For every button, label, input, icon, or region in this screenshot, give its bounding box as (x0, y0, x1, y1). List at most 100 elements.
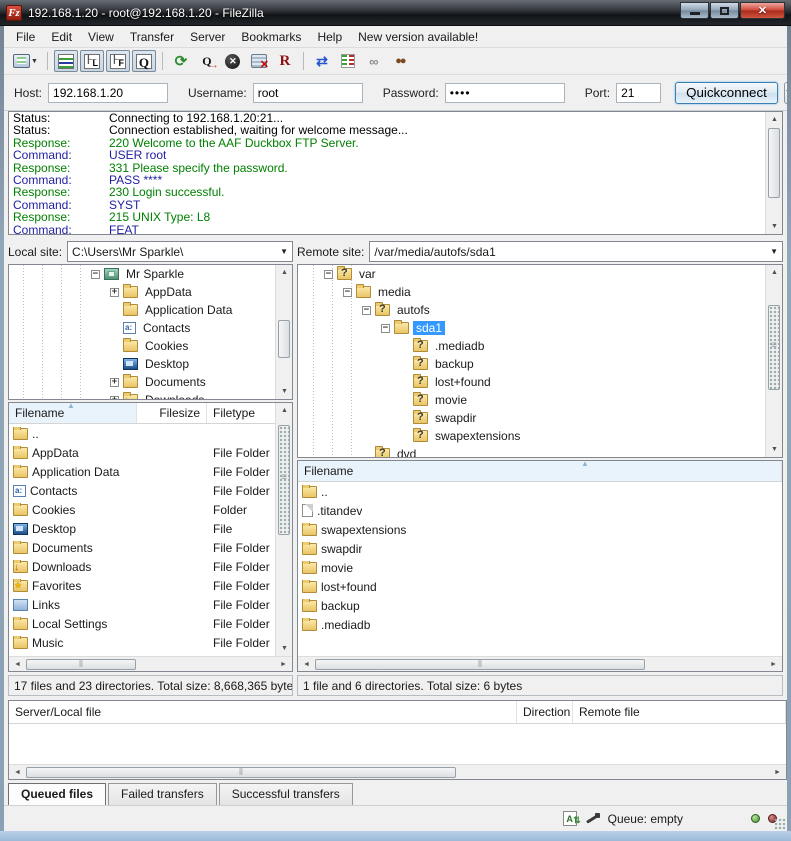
synchronized-browsing-button[interactable]: ⇄ (310, 50, 334, 72)
remote-list-hscrollbar[interactable]: ◄ ► (298, 656, 782, 671)
refresh-button[interactable]: ⟳ (169, 50, 193, 72)
tree-item[interactable]: −media (298, 283, 782, 301)
local-directory-tree[interactable]: −Mr Sparkle +AppData Application Data Co… (8, 264, 293, 400)
menu-bookmarks[interactable]: Bookmarks (233, 27, 309, 47)
scroll-up-icon[interactable]: ▲ (276, 265, 293, 280)
minimize-button[interactable] (680, 2, 709, 19)
scrollbar-thumb[interactable] (278, 320, 290, 358)
file-row[interactable]: lost+found (298, 577, 782, 596)
column-header-filesize[interactable]: Filesize (137, 403, 207, 423)
port-input[interactable] (616, 83, 661, 103)
local-file-list[interactable]: Filename ▲ Filesize Filetype .. AppDataF… (8, 402, 293, 672)
tree-item[interactable]: Cookies (9, 337, 292, 355)
tree-item[interactable]: −sda1 (298, 319, 782, 337)
remote-site-combobox[interactable]: /var/media/autofs/sda1 ▼ (369, 241, 783, 262)
quickconnect-button[interactable]: Quickconnect (675, 82, 778, 104)
tree-item[interactable]: +AppData (9, 283, 292, 301)
tree-item[interactable]: Contacts (9, 319, 292, 337)
tree-item[interactable]: swapextensions (298, 427, 782, 445)
scroll-up-icon[interactable]: ▲ (276, 403, 293, 418)
username-input[interactable] (253, 83, 363, 103)
local-list-scrollbar[interactable]: ▲ ▼ (275, 403, 292, 656)
file-row[interactable]: CookiesFolder (9, 500, 292, 519)
column-header-server-local-file[interactable]: Server/Local file (9, 701, 517, 723)
tab-successful-transfers[interactable]: Successful transfers (219, 783, 353, 805)
column-header-remote-file[interactable]: Remote file (573, 701, 786, 723)
transfer-type-icon[interactable]: A (563, 811, 577, 826)
scroll-right-icon[interactable]: ► (765, 657, 782, 672)
file-row[interactable]: swapextensions (298, 520, 782, 539)
file-row[interactable]: .titandev (298, 501, 782, 520)
log-scrollbar[interactable]: ▲ ▼ (765, 112, 782, 234)
collapse-icon[interactable]: − (91, 270, 100, 279)
local-tree-scrollbar[interactable]: ▲ ▼ (275, 265, 292, 399)
scroll-left-icon[interactable]: ◄ (9, 765, 26, 780)
toggle-local-tree-button[interactable] (80, 50, 104, 72)
tree-item[interactable]: +Documents (9, 373, 292, 391)
file-row[interactable]: .. (298, 482, 782, 501)
tree-item[interactable]: swapdir (298, 409, 782, 427)
expand-icon[interactable]: + (110, 378, 119, 387)
password-input[interactable] (445, 83, 565, 103)
directory-comparison-button[interactable] (336, 50, 360, 72)
collapse-icon[interactable]: − (362, 306, 371, 315)
tree-item[interactable]: −Mr Sparkle (9, 265, 292, 283)
queue-hscrollbar[interactable]: ◄ ► (9, 764, 786, 779)
menu-transfer[interactable]: Transfer (122, 27, 182, 47)
scroll-down-icon[interactable]: ▼ (276, 384, 293, 399)
file-row[interactable]: LinksFile Folder (9, 595, 292, 614)
menu-help[interactable]: Help (309, 27, 350, 47)
file-row[interactable]: movie (298, 558, 782, 577)
local-list-hscrollbar[interactable]: ◄ ► (9, 656, 292, 671)
scroll-left-icon[interactable]: ◄ (9, 657, 26, 672)
file-row[interactable]: swapdir (298, 539, 782, 558)
scroll-right-icon[interactable]: ► (769, 765, 786, 780)
menu-edit[interactable]: Edit (43, 27, 80, 47)
scroll-down-icon[interactable]: ▼ (766, 219, 783, 234)
column-header-filetype[interactable]: Filetype (207, 403, 277, 423)
remote-file-list[interactable]: Filename ▲ .. .titandev swapextensions s… (297, 460, 783, 672)
tree-item[interactable]: lost+found (298, 373, 782, 391)
process-queue-button[interactable]: Q (195, 50, 219, 72)
file-row[interactable]: AppDataFile Folder (9, 443, 292, 462)
collapse-icon[interactable]: − (381, 324, 390, 333)
reconnect-button[interactable]: R (273, 50, 297, 72)
tree-item[interactable]: dvd (298, 445, 782, 458)
file-row[interactable]: FavoritesFile Folder (9, 576, 292, 595)
file-row[interactable]: DesktopFile (9, 519, 292, 538)
quickconnect-dropdown-button[interactable]: ▼ (784, 82, 787, 104)
toggle-queue-button[interactable]: Q (132, 50, 156, 72)
scrollbar-thumb[interactable] (26, 767, 456, 778)
tree-item[interactable]: Application Data (9, 301, 292, 319)
tree-item[interactable]: .mediadb (298, 337, 782, 355)
scrollbar-thumb[interactable] (768, 128, 780, 198)
filename-filters-button[interactable]: ∞ (362, 50, 386, 72)
toggle-remote-tree-button[interactable] (106, 50, 130, 72)
scroll-right-icon[interactable]: ► (275, 657, 292, 672)
resize-grip[interactable] (774, 818, 786, 830)
chevron-down-icon[interactable]: ▼ (770, 247, 778, 256)
transfer-queue-panel[interactable]: Server/Local file Direction Remote file … (8, 700, 787, 780)
tree-item[interactable]: backup (298, 355, 782, 373)
scrollbar-thumb[interactable] (278, 425, 290, 535)
remote-directory-tree[interactable]: −var −media −autofs −sda1 .mediadb backu… (297, 264, 783, 458)
menu-server[interactable]: Server (182, 27, 233, 47)
disconnect-button[interactable] (247, 50, 271, 72)
column-header-direction[interactable]: Direction (517, 701, 573, 723)
scrollbar-thumb[interactable] (315, 659, 645, 670)
file-row[interactable]: Local SettingsFile Folder (9, 614, 292, 633)
tree-item[interactable]: Desktop (9, 355, 292, 373)
menu-new-version[interactable]: New version available! (350, 27, 486, 47)
message-log[interactable]: Status:Connecting to 192.168.1.20:21... … (8, 111, 783, 235)
scrollbar-thumb[interactable] (768, 305, 780, 390)
tree-item[interactable]: −var (298, 265, 782, 283)
host-input[interactable] (48, 83, 168, 103)
scrollbar-thumb[interactable] (26, 659, 136, 670)
local-site-combobox[interactable]: C:\Users\Mr Sparkle\ ▼ (67, 241, 293, 262)
expand-icon[interactable]: + (110, 288, 119, 297)
maximize-button[interactable] (710, 2, 739, 19)
tree-item[interactable]: +Downloads (9, 391, 292, 400)
scroll-up-icon[interactable]: ▲ (766, 112, 783, 127)
menu-view[interactable]: View (80, 27, 122, 47)
file-row[interactable]: .. (9, 424, 292, 443)
